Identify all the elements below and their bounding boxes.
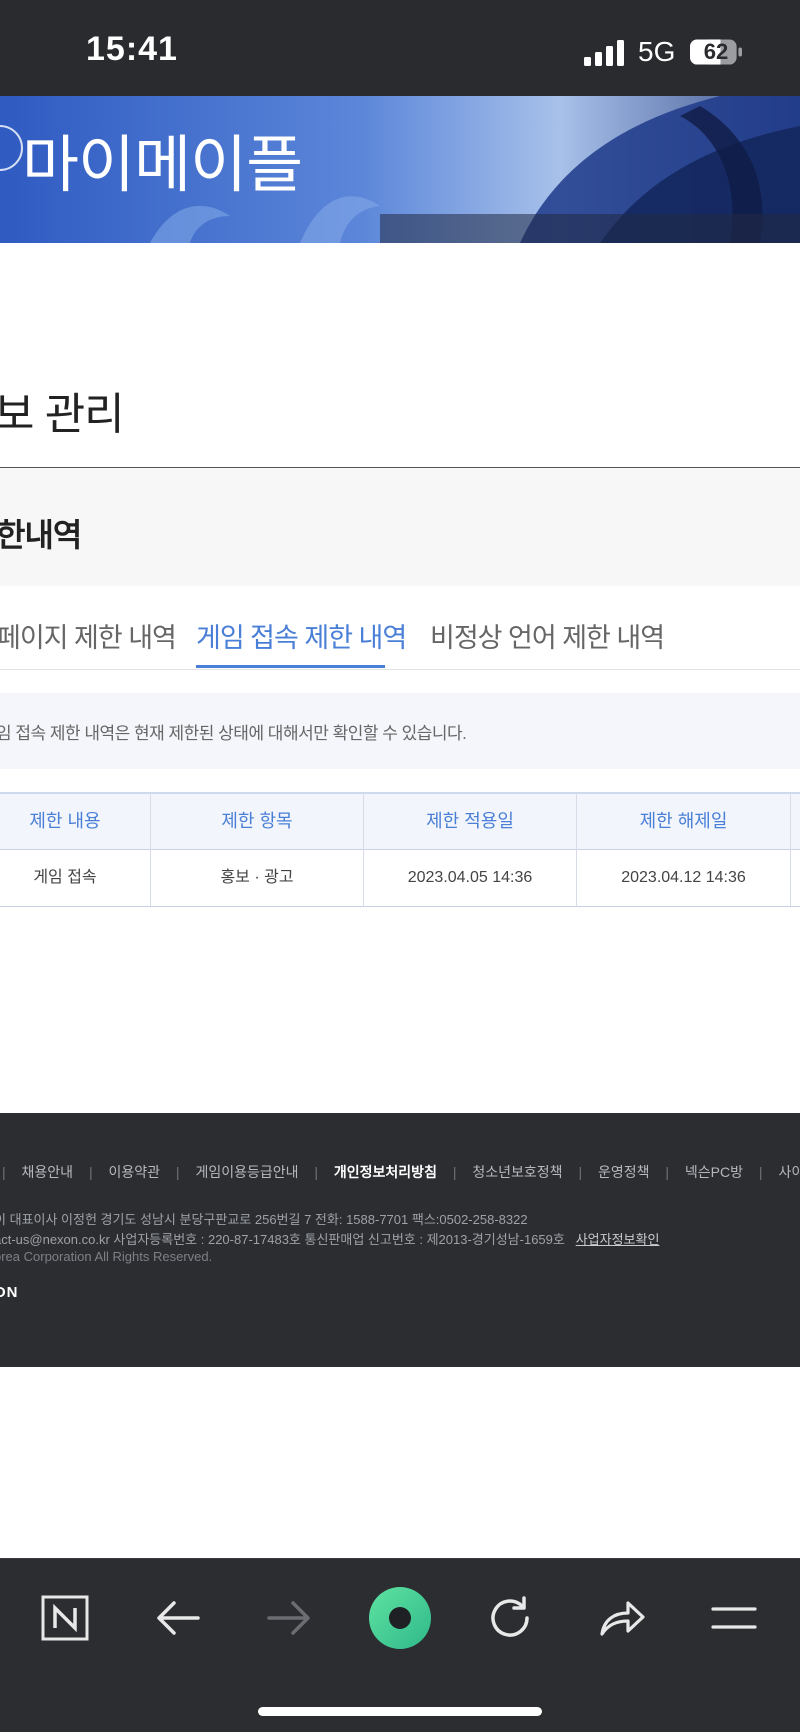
naver-n-icon[interactable] [30, 1583, 100, 1653]
status-time: 15:41 [86, 30, 178, 68]
green-dot-icon[interactable] [365, 1583, 435, 1653]
banner: 마이메이플 [0, 96, 800, 243]
network-label: 5G [638, 36, 676, 67]
table-cell-item: 홍보 · 광고 [220, 869, 294, 886]
footer-link-youth[interactable]: 청소년보호정책 [472, 1162, 562, 1182]
page-title: 보 관리 [0, 390, 125, 439]
table-header-restriction-item: 제한 항목 [221, 811, 293, 831]
footer-link-sitemap[interactable]: 사이트맵 [778, 1162, 800, 1182]
footer-company-info: 이 대표이사 이정헌 경기도 성남시 분당구판교로 256번길 7 전화: 15… [0, 1212, 528, 1227]
footer-contact-text: act-us@nexon.co.kr 사업자등록번호 : 220-87-1748… [0, 1232, 565, 1247]
tab-abnormal-language-restrictions[interactable]: 비정상 언어 제한 내역 [430, 616, 665, 655]
footer-separator: | [2, 1164, 6, 1180]
footer-separator: | [314, 1164, 319, 1180]
battery-level: 62 [703, 39, 729, 64]
signal-icon [584, 40, 624, 66]
banner-title: 마이메이플 [22, 131, 303, 200]
refresh-icon[interactable] [475, 1583, 545, 1653]
footer-contact-info: act-us@nexon.co.kr 사업자등록번호 : 220-87-1748… [0, 1229, 659, 1248]
active-tab-indicator [196, 665, 385, 668]
footer-copyright: orea Corporation All Rights Reserved. [0, 1249, 213, 1264]
business-info-link[interactable]: 사업자정보확인 [576, 1232, 660, 1247]
footer-link-rating[interactable]: 게임이용등급안내 [195, 1162, 298, 1182]
section-title: 한내역 [0, 517, 82, 553]
footer-link-careers[interactable]: 채용안내 [22, 1162, 74, 1182]
table-header-restriction-content: 제한 내용 [29, 811, 101, 831]
footer-separator: | [665, 1164, 670, 1180]
share-icon[interactable] [587, 1583, 657, 1653]
table-header-applied-date: 제한 적용일 [426, 811, 514, 831]
tab-homepage-restrictions[interactable]: 페이지 제한 내역 [0, 616, 177, 655]
footer-link-operation[interactable]: 운영정책 [598, 1162, 650, 1182]
back-arrow-icon[interactable] [143, 1583, 213, 1653]
footer-separator: | [88, 1164, 93, 1180]
footer-separator: | [175, 1164, 180, 1180]
footer-link-privacy[interactable]: 개인정보처리방침 [334, 1162, 437, 1182]
footer-separator: | [758, 1164, 763, 1180]
footer-links: | 채용안내 | 이용약관 | 게임이용등급안내 | 개인정보처리방침 | 청소… [0, 1162, 800, 1182]
table-cell-release-date: 2023.04.12 14:36 [621, 869, 746, 886]
table-column-divider [790, 794, 791, 906]
footer-link-terms[interactable]: 이용약관 [108, 1162, 160, 1182]
tab-game-access-restrictions[interactable]: 게임 접속 제한 내역 [196, 616, 407, 655]
home-indicator[interactable] [258, 1707, 542, 1716]
tabs-divider [0, 669, 800, 670]
table-cell-applied-date: 2023.04.05 14:36 [407, 869, 533, 886]
footer-separator: | [452, 1164, 457, 1180]
table-cell-content: 게임 접속 [33, 869, 97, 886]
forward-arrow-icon[interactable] [254, 1583, 324, 1653]
menu-icon[interactable] [699, 1583, 769, 1653]
table-header-release-date: 제한 해제일 [639, 811, 728, 831]
notice-text: 임 접속 제한 내역은 현재 제한된 상태에 대해서만 확인할 수 있습니다. [0, 724, 467, 743]
section-header [0, 468, 800, 586]
footer-logo: ON [0, 1284, 19, 1301]
footer-link-pcbang[interactable]: 넥슨PC방 [685, 1162, 743, 1182]
table-bottom-border [0, 906, 800, 907]
footer-separator: | [578, 1164, 583, 1180]
